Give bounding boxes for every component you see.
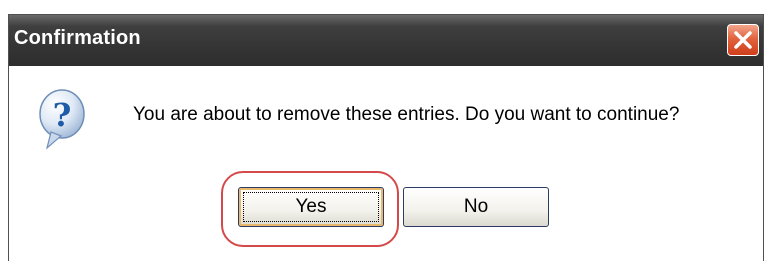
yes-button-label: Yes xyxy=(295,196,327,217)
confirmation-dialog: Confirmation ? You are about to remove t… xyxy=(8,14,764,261)
svg-text:?: ? xyxy=(53,96,72,134)
title-bar[interactable]: Confirmation xyxy=(9,15,763,66)
close-icon xyxy=(734,31,752,49)
no-button[interactable]: No xyxy=(403,187,549,227)
dialog-title: Confirmation xyxy=(14,27,141,49)
close-button[interactable] xyxy=(727,24,759,56)
yes-button[interactable]: Yes xyxy=(238,187,384,227)
dialog-message: You are about to remove these entries. D… xyxy=(133,104,680,125)
question-icon: ? xyxy=(39,89,85,150)
no-button-label: No xyxy=(463,196,489,217)
